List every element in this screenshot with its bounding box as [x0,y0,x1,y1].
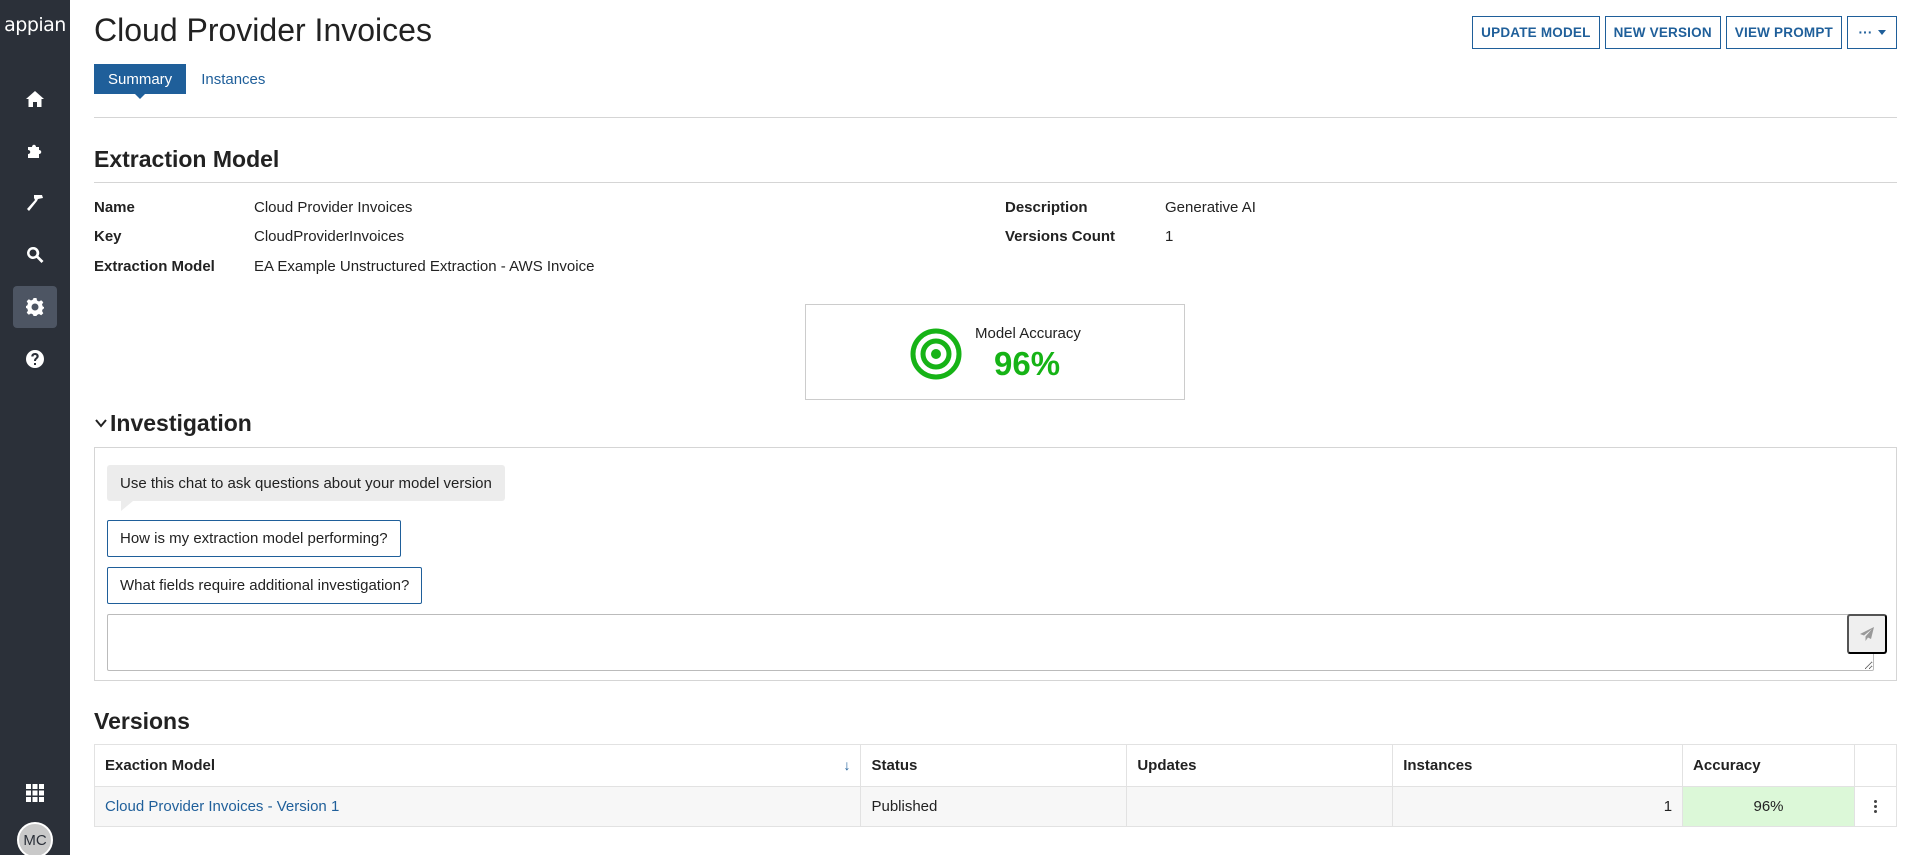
col-instances[interactable]: Instances [1392,744,1684,787]
cell-updates [1126,786,1394,827]
send-icon [1860,627,1874,641]
versions-count-value: 1 [1165,228,1174,245]
sidebar-item-apps[interactable] [13,772,57,814]
investigation-chat: Use this chat to ask questions about you… [94,447,1897,681]
home-icon [26,91,44,107]
section-divider [94,182,1897,183]
suggestion-fields-button[interactable]: What fields require additional investiga… [107,567,423,604]
more-actions-button[interactable]: ··· [1847,16,1897,49]
chevron-down-icon [1877,30,1886,35]
collapse-chevron-icon[interactable] [94,416,108,430]
col-extraction-model[interactable]: Exaction Model ↓ [93,744,862,787]
col-updates[interactable]: Updates [1126,744,1394,787]
hammer-icon [27,195,43,211]
sidebar-item-help[interactable] [13,338,57,380]
puzzle-icon [28,144,42,158]
col-extraction-model-label: Exaction Model [105,757,216,774]
tab-summary[interactable]: Summary [94,64,187,99]
versions-count-label: Versions Count [1005,228,1116,245]
update-model-button[interactable]: UPDATE MODEL [1472,16,1600,49]
version-link[interactable]: Cloud Provider Invoices - Version 1 [105,798,339,815]
extraction-model-label: Extraction Model [94,258,215,275]
sidebar: appian MC [0,0,70,855]
tabs-divider [94,117,1897,118]
chat-input[interactable] [107,614,1874,671]
tab-instances[interactable]: Instances [186,64,279,94]
cell-actions [1853,786,1898,827]
description-value: Generative AI [1165,199,1256,216]
target-icon [910,328,962,380]
main-content: Cloud Provider Invoices UPDATE MODEL NEW… [93,0,1898,855]
gear-icon [26,298,44,316]
view-prompt-button[interactable]: VIEW PROMPT [1725,16,1842,49]
new-version-button[interactable]: NEW VERSION [1604,16,1721,49]
tab-bar: Summary Instances [94,64,279,99]
sidebar-item-extensions[interactable] [13,130,57,172]
cell-accuracy: 96% [1682,786,1855,827]
sidebar-item-home[interactable] [13,78,57,120]
header-actions: UPDATE MODEL NEW VERSION VIEW PROMPT ··· [1472,16,1897,49]
table-row: Cloud Provider Invoices - Version 1 Publ… [93,786,1898,827]
sidebar-item-search[interactable] [13,234,57,276]
kebab-menu-icon[interactable] [1865,800,1886,813]
chat-intro-bubble: Use this chat to ask questions about you… [107,465,505,511]
extraction-model-heading: Extraction Model [94,146,280,172]
appian-logo[interactable]: appian [0,14,70,36]
versions-heading: Versions [94,708,190,734]
col-status[interactable]: Status [860,744,1128,787]
sidebar-item-build[interactable] [13,182,57,224]
cell-instances: 1 [1392,786,1684,827]
send-button[interactable] [1847,614,1887,654]
key-value: CloudProviderInvoices [254,228,405,245]
sidebar-item-settings[interactable] [13,286,57,328]
col-actions [1853,744,1898,787]
investigation-heading[interactable]: Investigation [110,410,252,437]
more-label: ··· [1858,25,1873,40]
key-label: Key [94,228,122,245]
table-header-row: Exaction Model ↓ Status Updates Instance… [93,744,1898,787]
name-value: Cloud Provider Invoices [254,199,413,216]
grid-icon [26,784,44,802]
model-accuracy-label: Model Accuracy [975,325,1081,342]
versions-table: Exaction Model ↓ Status Updates Instance… [93,744,1898,827]
model-accuracy-value: 96% [994,345,1061,382]
search-icon [27,246,44,263]
model-accuracy-card: Model Accuracy 96% [805,304,1185,400]
help-icon [26,350,44,368]
col-accuracy[interactable]: Accuracy [1682,744,1855,787]
suggestion-performance-button[interactable]: How is my extraction model performing? [107,520,401,557]
avatar[interactable]: MC [17,822,53,855]
description-label: Description [1005,199,1088,216]
sort-down-icon[interactable]: ↓ [843,757,850,773]
cell-status: Published [860,786,1128,827]
cell-model: Cloud Provider Invoices - Version 1 [93,786,862,827]
name-label: Name [94,199,135,216]
extraction-model-value: EA Example Unstructured Extraction - AWS… [254,258,595,275]
page-title: Cloud Provider Invoices [94,12,432,48]
